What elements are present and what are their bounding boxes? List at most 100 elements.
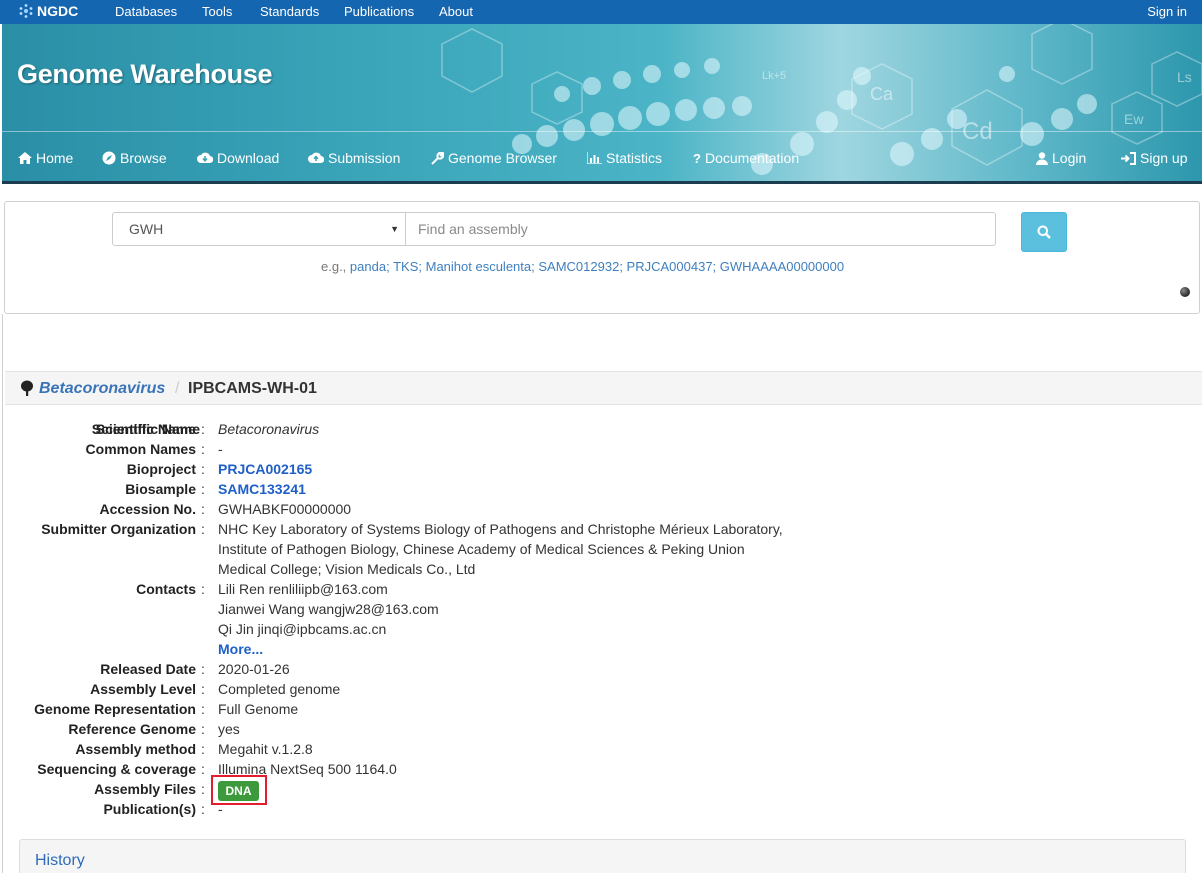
nav-standards[interactable]: Standards — [260, 4, 319, 19]
value-contact-2: Jianwei Wang wangjw28@163.com — [218, 601, 439, 617]
label-publications: Publication(s) — [103, 801, 196, 817]
label-contacts: Contacts — [136, 581, 196, 597]
subnav-home[interactable]: Home — [18, 150, 73, 166]
search-panel: GWH ▼ e.g., panda; TKS; Manihot esculent… — [4, 201, 1200, 314]
colon-4: : — [201, 481, 205, 497]
example-link-prjca[interactable]: PRJCA000437 — [627, 259, 713, 274]
example-link-panda[interactable]: panda — [350, 259, 386, 274]
label-released-date: Released Date — [100, 661, 196, 677]
value-submitter-org-line-1: NHC Key Laboratory of Systems Biology of… — [218, 521, 783, 537]
nav-databases[interactable]: Databases — [115, 4, 177, 19]
colon-13: : — [201, 761, 205, 777]
cloud-download-icon — [197, 152, 213, 164]
biosample-link[interactable]: SAMC133241 — [218, 479, 306, 499]
search-button[interactable] — [1021, 212, 1067, 252]
bioproject-link[interactable]: PRJCA002165 — [218, 459, 312, 479]
label-scientific-name-text: Scientific Name — [91, 421, 196, 437]
colon-8: : — [201, 661, 205, 677]
value-assembly-level: Completed genome — [218, 681, 341, 697]
label-assembly-method: Assembly method — [75, 741, 196, 757]
subnav-genome-browser[interactable]: Genome Browser — [431, 150, 557, 166]
search-icon — [1037, 225, 1051, 239]
tree-icon — [21, 380, 33, 396]
sign-in-icon — [1121, 151, 1136, 165]
ngdc-brand-link[interactable]: NGDC — [18, 3, 78, 19]
colon-14: : — [201, 781, 205, 797]
colon-7: : — [201, 581, 205, 597]
search-input[interactable] — [406, 212, 996, 246]
nav-about[interactable]: About — [439, 4, 473, 19]
subnav-signup-label: Sign up — [1140, 150, 1188, 166]
example-link-manihot[interactable]: Manihot esculenta — [426, 259, 532, 274]
value-submitter-org-line-2: Institute of Pathogen Biology, Chinese A… — [218, 541, 745, 557]
ngdc-logo-icon — [19, 4, 33, 18]
breadcrumb: Betacoronavirus / IPBCAMS-WH-01 — [5, 371, 1202, 405]
colon-12: : — [201, 741, 205, 757]
label-common-names: Common Names — [85, 441, 196, 457]
colon-1: : — [201, 421, 205, 437]
breadcrumb-genus-link[interactable]: Betacoronavirus — [39, 380, 165, 398]
value-contact-1: Lili Ren renliliipb@163.com — [218, 581, 388, 597]
example-link-gwh[interactable]: GWHAAAA00000000 — [720, 259, 844, 274]
subnav-signup[interactable]: Sign up — [1121, 150, 1187, 166]
label-submitter-org: Submitter Organization — [41, 521, 196, 537]
wrench-icon — [431, 151, 444, 165]
example-link-tks[interactable]: TKS — [393, 259, 418, 274]
page-title: Genome Warehouse — [17, 59, 273, 89]
value-accession: GWHABKF00000000 — [218, 501, 352, 517]
subnav-download-label: Download — [217, 150, 280, 166]
subnav-genome-browser-label: Genome Browser — [448, 150, 557, 166]
label-bioproject: Bioproject — [126, 461, 196, 477]
value-assembly-method: Megahit v.1.2.8 — [218, 741, 313, 757]
label-assembly-files: Assembly Files — [94, 781, 196, 797]
colon-6: : — [201, 521, 205, 537]
caret-down-icon: ▼ — [390, 224, 399, 234]
subnav-download[interactable]: Download — [197, 150, 279, 166]
subnav-statistics[interactable]: Statistics — [587, 150, 662, 166]
label-accession: Accession No. — [99, 501, 196, 517]
value-reference-genome: yes — [218, 721, 240, 737]
breadcrumb-strain: IPBCAMS-WH-01 — [188, 380, 317, 397]
sign-in-link[interactable]: Sign in — [1147, 4, 1187, 19]
nav-tools[interactable]: Tools — [202, 4, 232, 19]
subnav-login-label: Login — [1052, 150, 1087, 166]
subnav-browse[interactable]: Browse — [102, 150, 167, 166]
value-released-date: 2020-01-26 — [218, 661, 290, 677]
label-assembly-level: Assembly Level — [90, 681, 196, 697]
contacts-more-link[interactable]: More... — [218, 639, 263, 659]
value-submitter-org-line-3: Medical College; Vision Medicals Co., Lt… — [218, 561, 476, 577]
label-sequencing-coverage: Sequencing & coverage — [37, 761, 196, 777]
label-genome-representation: Genome Representation — [34, 701, 196, 717]
subnav-documentation[interactable]: ? Documentation — [693, 150, 799, 166]
subnav-home-label: Home — [36, 150, 74, 166]
subnav-submission[interactable]: Submission — [308, 150, 400, 166]
label-biosample: Biosample — [125, 481, 196, 497]
colon-10: : — [201, 701, 205, 717]
subnav-browse-label: Browse — [120, 150, 167, 166]
colon-9: : — [201, 681, 205, 697]
banner-bottom-border — [2, 181, 1202, 184]
svg-text:Ls: Ls — [1177, 69, 1192, 85]
banner-divider — [2, 131, 1202, 132]
bar-chart-icon — [587, 152, 602, 164]
example-link-samc[interactable]: SAMC012932 — [538, 259, 619, 274]
subnav-login[interactable]: Login — [1036, 150, 1086, 166]
value-common-names: - — [218, 441, 223, 457]
colon-5: : — [201, 501, 205, 517]
banner: Ca Cd Ls Ew Lk+5 Genome Warehouse Home B… — [2, 24, 1202, 184]
svg-text:Lk+5: Lk+5 — [762, 70, 786, 82]
nav-publications[interactable]: Publications — [344, 4, 414, 19]
label-reference-genome: Reference Genome — [68, 721, 196, 737]
breadcrumb-separator: / — [175, 380, 180, 397]
value-genome-representation: Full Genome — [218, 701, 299, 717]
value-contact-3: Qi Jin jinqi@ipbcams.ac.cn — [218, 621, 387, 637]
compass-icon — [102, 151, 116, 165]
home-icon — [18, 152, 32, 164]
history-panel: History — [19, 839, 1186, 873]
highlight-box — [211, 775, 267, 805]
svg-text:Ca: Ca — [870, 84, 894, 104]
database-select[interactable]: GWH ▼ — [112, 212, 406, 246]
examples-prefix: e.g., — [321, 259, 347, 274]
history-title[interactable]: History — [35, 852, 85, 870]
globe-icon[interactable] — [1180, 287, 1190, 297]
